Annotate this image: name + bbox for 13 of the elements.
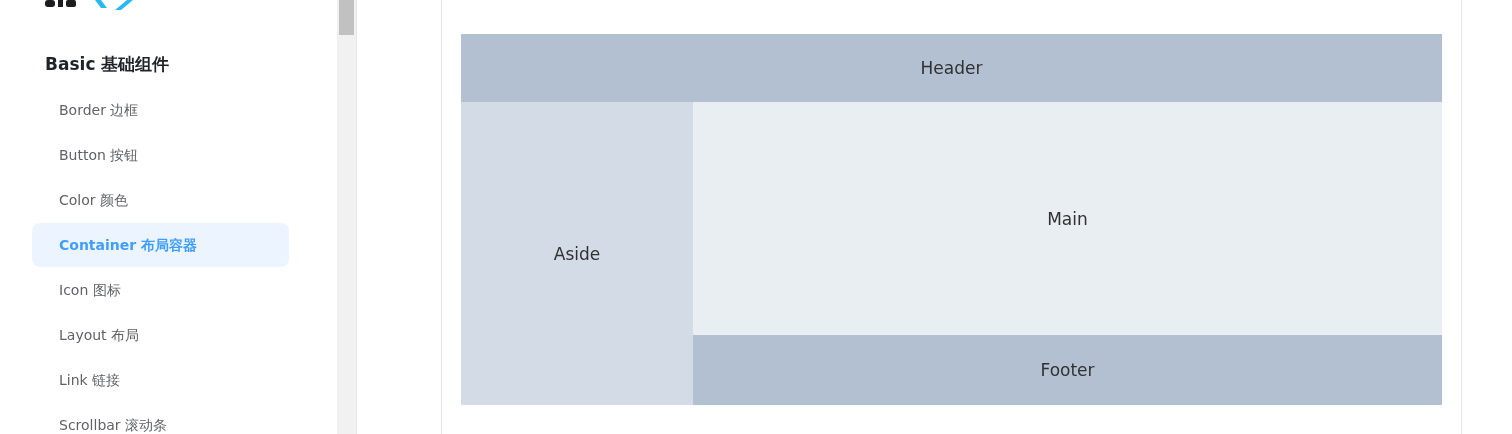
main-region: Main (693, 102, 1442, 335)
nav-item[interactable]: Layout 布局 (32, 313, 289, 357)
nav-item[interactable]: Button 按钮 (32, 133, 289, 177)
nav-item[interactable]: Scrollbar 滚动条 (32, 403, 289, 434)
footer-region: Footer (693, 335, 1442, 405)
aside-region: Aside (461, 102, 693, 405)
nav-item[interactable]: Color 颜色 (32, 178, 289, 222)
nav-item[interactable]: Icon 图标 (32, 268, 289, 312)
scrollbar[interactable] (337, 0, 356, 434)
nav-item[interactable]: Link 链接 (32, 358, 289, 402)
header-region: Header (461, 34, 1442, 102)
nav-item[interactable]: Border 边框 (32, 88, 289, 132)
group-title: Basic 基础组件 (45, 53, 171, 76)
